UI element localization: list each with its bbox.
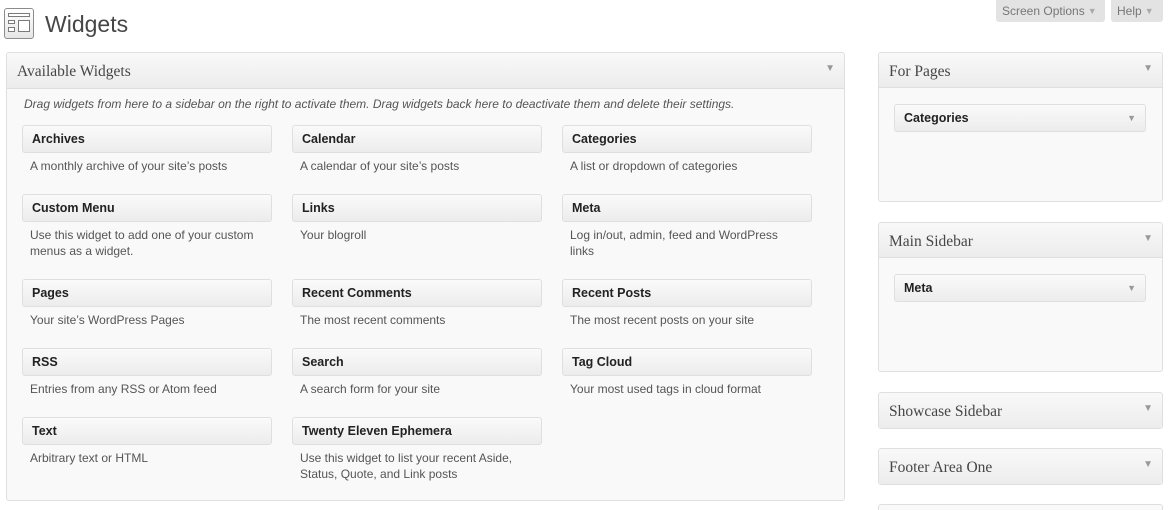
page-title: Widgets <box>45 11 129 37</box>
widget-tag-cloud[interactable]: Tag Cloud Your most used tags in cloud f… <box>562 348 812 397</box>
widget-description: A monthly archive of your site’s posts <box>30 159 228 173</box>
sidebar-header[interactable]: Footer Area One ▼ <box>879 449 1162 484</box>
sidebar-header[interactable]: Showcase Sidebar ▼ <box>879 393 1162 428</box>
widget-text[interactable]: Text Arbitrary text or HTML <box>22 417 272 466</box>
sidebar-widget-title: Categories <box>904 111 969 125</box>
sidebar-title: Showcase Sidebar <box>889 403 1003 420</box>
toggle-arrow-icon[interactable]: ▼ <box>1143 459 1153 470</box>
toggle-arrow-icon[interactable]: ▼ <box>1143 233 1153 244</box>
toggle-arrow-icon[interactable]: ▼ <box>1143 63 1153 74</box>
screen-options-button[interactable]: Screen Options ▼ <box>996 0 1105 22</box>
widget-pages[interactable]: Pages Your site’s WordPress Pages <box>22 279 272 328</box>
available-widgets-panel: Available Widgets ▼ Drag widgets from he… <box>6 52 845 501</box>
toggle-arrow-icon[interactable]: ▼ <box>825 63 835 74</box>
sidebar-title: Main Sidebar <box>889 233 973 250</box>
widget-title[interactable]: Recent Posts <box>562 279 812 307</box>
sidebar-title: For Pages <box>889 63 951 80</box>
chevron-down-icon: ▼ <box>1144 6 1154 16</box>
sidebar-header[interactable]: Main Sidebar ▼ <box>879 223 1162 258</box>
widget-archives[interactable]: Archives A monthly archive of your site’… <box>22 125 272 174</box>
sidebar-next-partial[interactable] <box>878 504 1163 510</box>
chevron-down-icon: ▼ <box>1087 6 1097 16</box>
sidebar-for-pages: For Pages ▼ Categories ▼ <box>878 52 1163 202</box>
widget-recent-comments[interactable]: Recent Comments The most recent comments <box>292 279 542 328</box>
screen-options-label: Screen Options <box>1002 4 1085 18</box>
chevron-down-icon[interactable]: ▼ <box>1127 275 1136 301</box>
widget-description: Entries from any RSS or Atom feed <box>30 382 217 396</box>
widgets-page-icon <box>4 8 34 39</box>
widget-title[interactable]: Recent Comments <box>292 279 542 307</box>
sidebar-footer-area-one[interactable]: Footer Area One ▼ <box>878 448 1163 485</box>
sidebar-widget-meta[interactable]: Meta ▼ <box>894 274 1146 302</box>
sidebar-main: Main Sidebar ▼ Meta ▼ <box>878 222 1163 372</box>
widget-description: A list or dropdown of categories <box>570 159 738 173</box>
widget-description: A calendar of your site’s posts <box>300 159 460 173</box>
widget-recent-posts[interactable]: Recent Posts The most recent posts on yo… <box>562 279 812 328</box>
widget-title[interactable]: RSS <box>22 348 272 376</box>
widget-twenty-eleven-ephemera[interactable]: Twenty Eleven Ephemera Use this widget t… <box>292 417 542 482</box>
widget-description: Your most used tags in cloud format <box>570 382 761 396</box>
widget-title[interactable]: Links <box>292 194 542 222</box>
widget-title[interactable]: Search <box>292 348 542 376</box>
help-label: Help <box>1117 4 1142 18</box>
widget-title[interactable]: Calendar <box>292 125 542 153</box>
widget-title[interactable]: Text <box>22 417 272 445</box>
widget-description: Use this widget to list your recent Asid… <box>300 451 513 481</box>
available-widgets-title: Available Widgets <box>17 63 131 80</box>
widget-rss[interactable]: RSS Entries from any RSS or Atom feed <box>22 348 272 397</box>
widget-calendar[interactable]: Calendar A calendar of your site’s posts <box>292 125 542 174</box>
widget-title[interactable]: Pages <box>22 279 272 307</box>
widget-links[interactable]: Links Your blogroll <box>292 194 542 243</box>
help-button[interactable]: Help ▼ <box>1111 0 1163 22</box>
sidebar-showcase[interactable]: Showcase Sidebar ▼ <box>878 392 1163 429</box>
widget-title[interactable]: Tag Cloud <box>562 348 812 376</box>
widget-search[interactable]: Search A search form for your site <box>292 348 542 397</box>
widget-title[interactable]: Archives <box>22 125 272 153</box>
chevron-down-icon[interactable]: ▼ <box>1127 105 1136 131</box>
widget-meta[interactable]: Meta Log in/out, admin, feed and WordPre… <box>562 194 812 259</box>
widget-description: Your site’s WordPress Pages <box>30 313 185 327</box>
widget-description: Use this widget to add one of your custo… <box>30 228 254 258</box>
widget-title[interactable]: Meta <box>562 194 812 222</box>
widget-title[interactable]: Categories <box>562 125 812 153</box>
sidebar-widget-categories[interactable]: Categories ▼ <box>894 104 1146 132</box>
sidebar-title: Footer Area One <box>889 459 993 476</box>
widget-description: The most recent comments <box>300 313 446 327</box>
sidebar-header[interactable]: For Pages ▼ <box>879 53 1162 88</box>
available-widgets-header[interactable]: Available Widgets ▼ <box>7 53 844 89</box>
available-widgets-description: Drag widgets from here to a sidebar on t… <box>24 97 735 111</box>
widget-description: Your blogroll <box>300 228 367 242</box>
widget-description: The most recent posts on your site <box>570 313 755 327</box>
widget-description: Log in/out, admin, feed and WordPress li… <box>570 228 778 258</box>
widget-categories[interactable]: Categories A list or dropdown of categor… <box>562 125 812 174</box>
widget-title[interactable]: Twenty Eleven Ephemera <box>292 417 542 445</box>
widget-custom-menu[interactable]: Custom Menu Use this widget to add one o… <box>22 194 272 259</box>
widget-title[interactable]: Custom Menu <box>22 194 272 222</box>
widget-description: Arbitrary text or HTML <box>30 451 149 465</box>
widget-description: A search form for your site <box>300 382 441 396</box>
sidebar-widget-title: Meta <box>904 281 933 295</box>
toggle-arrow-icon[interactable]: ▼ <box>1143 403 1153 414</box>
